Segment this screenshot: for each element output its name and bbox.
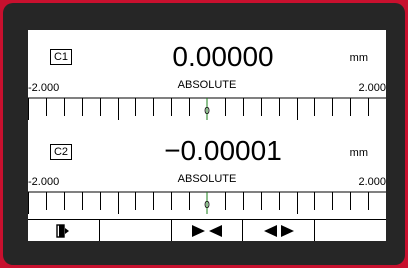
mode-label: ABSOLUTE (177, 79, 237, 91)
softkey-zoom-out[interactable] (243, 220, 316, 241)
channel-label: C2 (50, 144, 72, 160)
channel-1: C1 0.00000 mm -2.000 ABSOLUTE 2.000 0 (28, 30, 386, 137)
unit-label: mm (349, 52, 368, 64)
scale-max-label: 2.000 (358, 82, 386, 94)
arrows-inward-icon (191, 224, 222, 237)
scale-max-label: 2.000 (358, 176, 386, 188)
softkey-5[interactable] (315, 220, 386, 241)
analog-scale: 0 (28, 97, 386, 120)
softkey-2[interactable] (99, 220, 172, 241)
softkey-zoom-in[interactable] (171, 220, 244, 241)
unit-label: mm (349, 147, 368, 159)
readout-value: 0.00000 (172, 41, 274, 72)
display-screen: C1 0.00000 mm -2.000 ABSOLUTE 2.000 0 C2… (28, 30, 386, 241)
readout-value: −0.00001 (164, 135, 282, 166)
exit-icon (56, 223, 70, 238)
analog-scale: 0 (28, 191, 386, 214)
channel-2: C2 −0.00001 mm -2.000 ABSOLUTE 2.000 0 (28, 124, 386, 231)
pointer-label: 0 (204, 106, 210, 117)
softkey-bar (28, 219, 386, 241)
pointer-label: 0 (204, 200, 210, 211)
channel-label: C1 (50, 49, 72, 65)
mode-label: ABSOLUTE (177, 173, 237, 185)
arrows-outward-icon (263, 224, 294, 237)
softkey-exit[interactable] (28, 220, 100, 241)
